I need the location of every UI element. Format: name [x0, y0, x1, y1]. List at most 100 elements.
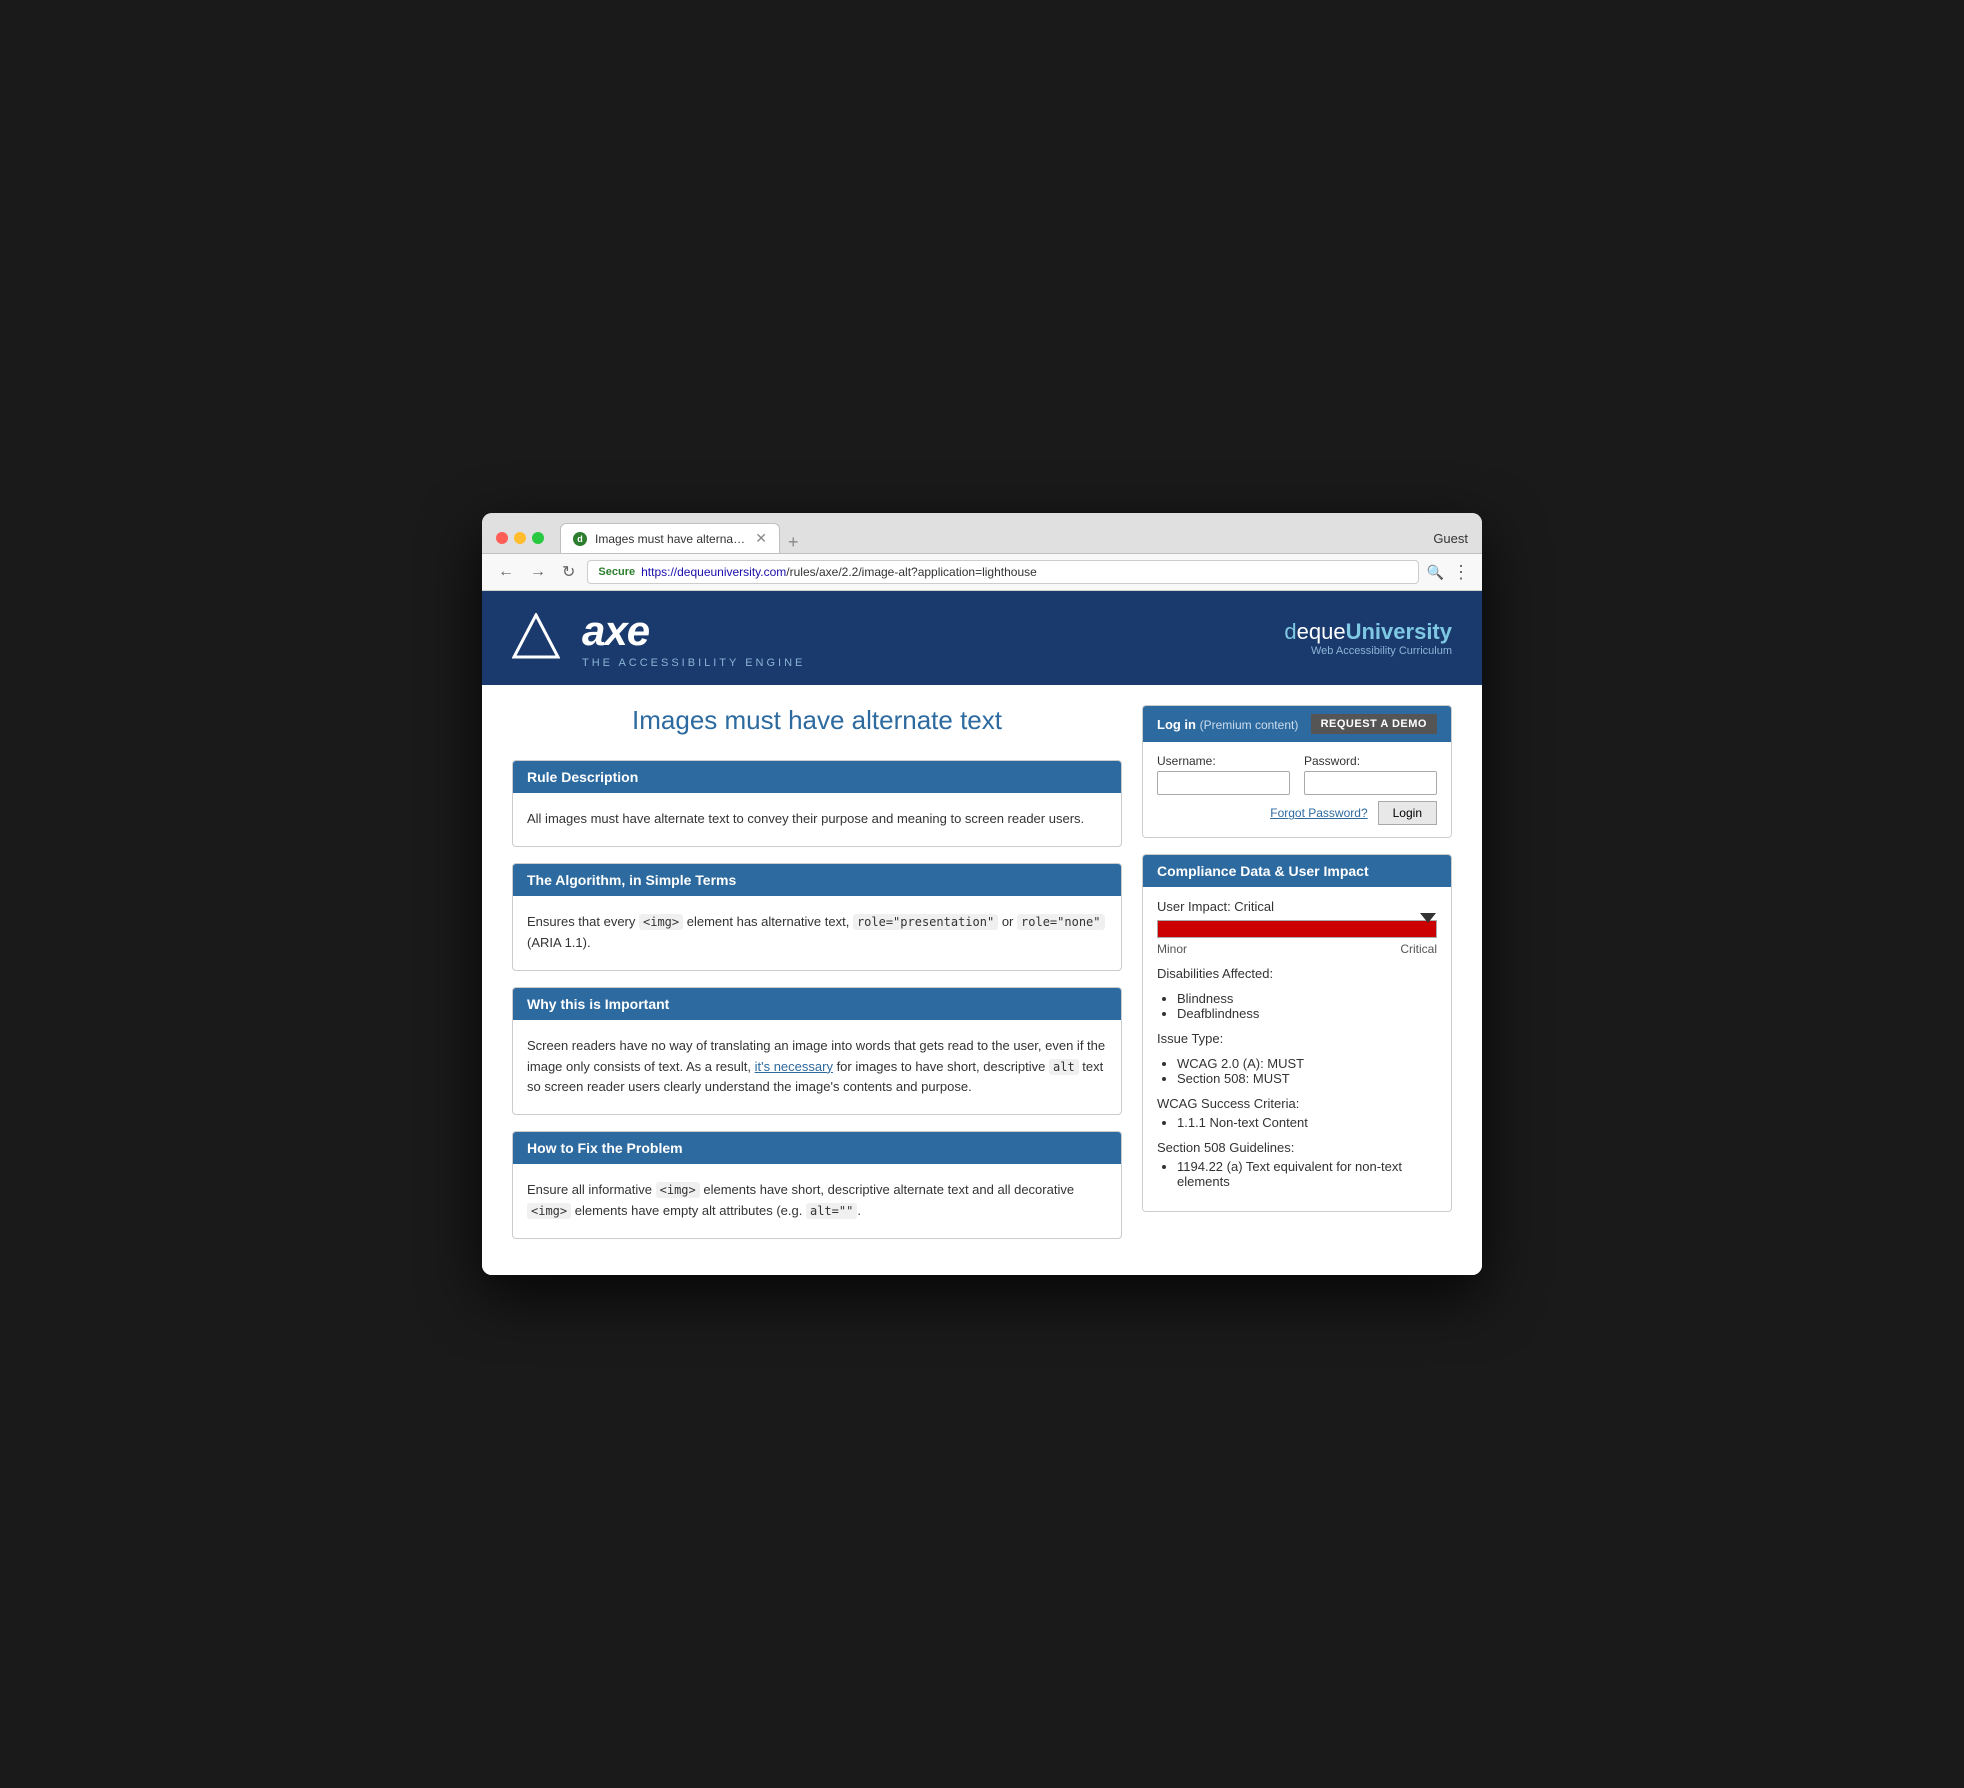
impact-min-label: Minor — [1157, 942, 1187, 956]
password-field: Password: — [1304, 754, 1437, 795]
necessary-link[interactable]: it's necessary — [755, 1059, 833, 1074]
rule-description-body: All images must have alternate text to c… — [513, 793, 1121, 846]
right-column: Log in (Premium content) REQUEST A DEMO … — [1142, 705, 1452, 1254]
role-none-code: role="none" — [1017, 914, 1104, 930]
wcag-list: 1.1.1 Non-text Content — [1177, 1115, 1437, 1130]
main-content: Images must have alternate text Rule Des… — [482, 685, 1482, 1274]
browser-window: d Images must have alternate te… ✕ + Gue… — [482, 513, 1482, 1274]
login-subtitle: (Premium content) — [1200, 718, 1299, 732]
img-code-1: <img> — [639, 914, 683, 930]
algorithm-section: The Algorithm, in Simple Terms Ensures t… — [512, 863, 1122, 971]
request-demo-button[interactable]: REQUEST A DEMO — [1311, 714, 1437, 734]
axe-text-group: axe THE ACCESSIBILITY ENGINE — [582, 607, 805, 669]
alt-empty-code: alt="" — [806, 1203, 857, 1219]
axe-logo: axe THE ACCESSIBILITY ENGINE — [512, 607, 805, 669]
tab-favicon: d — [573, 532, 587, 546]
forward-button[interactable]: → — [526, 561, 550, 583]
alt-code: alt — [1049, 1059, 1079, 1075]
section508-title: Section 508 Guidelines: — [1157, 1140, 1437, 1155]
list-item: Deafblindness — [1177, 1006, 1437, 1021]
login-fields: Username: Password: — [1157, 754, 1437, 795]
minimize-button[interactable] — [514, 532, 526, 544]
importance-heading: Why this is Important — [513, 988, 1121, 1020]
axe-brand-text: axe — [582, 607, 649, 655]
fix-section: How to Fix the Problem Ensure all inform… — [512, 1131, 1122, 1239]
section508-list: 1194.22 (a) Text equivalent for non-text… — [1177, 1159, 1437, 1189]
deque-university-logo: dequeUniversity — [1284, 619, 1452, 645]
login-button[interactable]: Login — [1378, 801, 1437, 825]
login-body: Username: Password: Forgot Password? Log… — [1143, 742, 1451, 837]
address-url: https://dequeuniversity.com/rules/axe/2.… — [641, 565, 1037, 579]
img-code-3: <img> — [527, 1203, 571, 1219]
disabilities-title: Disabilities Affected: — [1157, 966, 1437, 981]
username-field: Username: — [1157, 754, 1290, 795]
tab-close-icon[interactable]: ✕ — [755, 530, 767, 547]
tab-title: Images must have alternate te… — [595, 532, 747, 546]
rule-description-heading: Rule Description — [513, 761, 1121, 793]
axe-tagline: THE ACCESSIBILITY ENGINE — [582, 657, 805, 669]
reload-button[interactable]: ↻ — [558, 560, 579, 584]
close-button[interactable] — [496, 532, 508, 544]
login-title: Log in — [1157, 717, 1196, 732]
page-title: Images must have alternate text — [512, 705, 1122, 736]
algorithm-heading: The Algorithm, in Simple Terms — [513, 864, 1121, 896]
wcag-title: WCAG Success Criteria: — [1157, 1096, 1437, 1111]
left-column: Images must have alternate text Rule Des… — [512, 705, 1122, 1254]
importance-body: Screen readers have no way of translatin… — [513, 1020, 1121, 1114]
url-domain: https://dequeuniversity.com — [641, 565, 786, 579]
wcag-criteria-section: WCAG Success Criteria: 1.1.1 Non-text Co… — [1157, 1096, 1437, 1130]
guest-label: Guest — [1433, 531, 1468, 546]
compliance-body: User Impact: Critical Minor Critical — [1143, 887, 1451, 1211]
impact-max-label: Critical — [1400, 942, 1437, 956]
login-header: Log in (Premium content) REQUEST A DEMO — [1143, 706, 1451, 742]
img-code-2: <img> — [656, 1182, 700, 1198]
list-item: Blindness — [1177, 991, 1437, 1006]
list-item: 1.1.1 Non-text Content — [1177, 1115, 1437, 1130]
axe-triangle-icon — [512, 613, 560, 661]
username-input[interactable] — [1157, 771, 1290, 795]
compliance-heading: Compliance Data & User Impact — [1143, 855, 1451, 887]
impact-track — [1157, 920, 1437, 938]
user-impact-label: User Impact: Critical — [1157, 899, 1437, 914]
axe-brand-name: axe — [582, 607, 805, 655]
traffic-lights — [496, 532, 544, 544]
browser-titlebar: d Images must have alternate te… ✕ + Gue… — [482, 513, 1482, 554]
tab-bar: d Images must have alternate te… ✕ + — [560, 523, 1423, 553]
new-tab-button[interactable]: + — [780, 532, 807, 553]
login-header-content: Log in (Premium content) — [1157, 717, 1298, 732]
browser-addressbar: ← → ↻ Secure https://dequeuniversity.com… — [482, 554, 1482, 591]
site-header: axe THE ACCESSIBILITY ENGINE dequeUniver… — [482, 591, 1482, 685]
active-tab[interactable]: d Images must have alternate te… ✕ — [560, 523, 780, 553]
disabilities-section: Disabilities Affected: Blindness Deafbli… — [1157, 966, 1437, 1021]
list-item: WCAG 2.0 (A): MUST — [1177, 1056, 1437, 1071]
menu-button[interactable]: ⋮ — [1452, 562, 1470, 583]
section508-section: Section 508 Guidelines: 1194.22 (a) Text… — [1157, 1140, 1437, 1189]
fix-heading: How to Fix the Problem — [513, 1132, 1121, 1164]
address-bar[interactable]: Secure https://dequeuniversity.com/rules… — [587, 560, 1418, 584]
issue-type-list: WCAG 2.0 (A): MUST Section 508: MUST — [1177, 1056, 1437, 1086]
rule-description-section: Rule Description All images must have al… — [512, 760, 1122, 847]
forgot-password-link[interactable]: Forgot Password? — [1270, 806, 1367, 820]
password-input[interactable] — [1304, 771, 1437, 795]
back-button[interactable]: ← — [494, 561, 518, 583]
deque-subtitle: Web Accessibility Curriculum — [1284, 645, 1452, 657]
disabilities-list: Blindness Deafblindness — [1177, 991, 1437, 1021]
impact-pointer-icon — [1420, 913, 1436, 923]
deque-branding: dequeUniversity Web Accessibility Curric… — [1284, 619, 1452, 657]
impact-slider — [1157, 920, 1437, 938]
issue-type-section: Issue Type: WCAG 2.0 (A): MUST Section 5… — [1157, 1031, 1437, 1086]
role-presentation-code: role="presentation" — [853, 914, 998, 930]
list-item: Section 508: MUST — [1177, 1071, 1437, 1086]
fullscreen-button[interactable] — [532, 532, 544, 544]
search-icon[interactable]: 🔍 — [1427, 564, 1444, 581]
importance-section: Why this is Important Screen readers hav… — [512, 987, 1122, 1115]
fix-body: Ensure all informative <img> elements ha… — [513, 1164, 1121, 1238]
compliance-box: Compliance Data & User Impact User Impac… — [1142, 854, 1452, 1212]
impact-labels: Minor Critical — [1157, 942, 1437, 956]
secure-badge: Secure — [598, 566, 635, 578]
list-item: 1194.22 (a) Text equivalent for non-text… — [1177, 1159, 1437, 1189]
login-actions: Forgot Password? Login — [1157, 801, 1437, 825]
issue-type-title: Issue Type: — [1157, 1031, 1437, 1046]
password-label: Password: — [1304, 754, 1437, 768]
username-label: Username: — [1157, 754, 1290, 768]
